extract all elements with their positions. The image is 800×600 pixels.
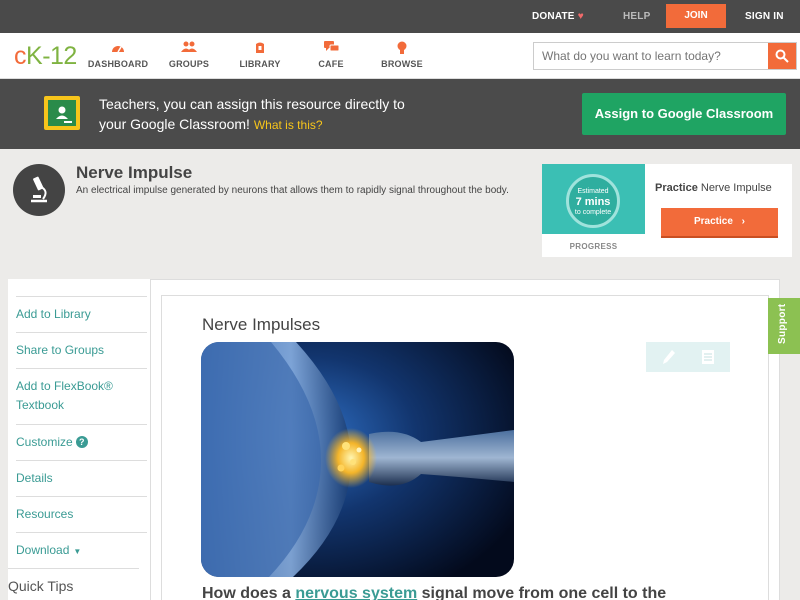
customize-label: Customize [16,435,73,449]
logo-dash: - [42,42,51,70]
estimated-time-badge: Estimated 7 mins to complete [566,174,620,228]
nav-cafe-label: CAFE [318,59,344,69]
dashboard-icon [83,41,153,57]
search-input[interactable] [534,43,769,69]
main-nav-bar: cK-12 DASHBOARD GROUPS LIBRARY CAFE BROW… [0,33,800,79]
join-button[interactable]: JOIN [666,4,726,28]
notes-icon[interactable] [701,349,715,365]
nav-browse[interactable]: BROWSE [367,41,437,69]
annotation-tools [646,342,730,372]
customize-link[interactable]: Customize? [16,424,147,452]
progress-panel: Estimated 7 mins to complete [542,164,645,234]
download-label: Download [16,543,70,557]
lesson-question: How does a nervous system signal move fr… [202,585,666,600]
practice-heading-topic: Nerve Impulse [700,182,772,194]
nav-dashboard-label: DASHBOARD [87,59,149,69]
search-icon [775,49,789,63]
logo-c: c [14,42,27,70]
banner-text: Teachers, you can assign this resource d… [99,94,459,135]
lightbulb-icon [367,41,437,57]
practice-heading: Practice Nerve Impulse [655,182,772,194]
concept-description: An electrical impulse generated by neuro… [76,185,509,196]
ck12-logo[interactable]: cK-12 [14,42,77,71]
details-link[interactable]: Details [16,460,147,488]
nervous-system-link[interactable]: nervous system [295,585,417,600]
resources-link[interactable]: Resources [16,496,147,524]
add-to-library-link[interactable]: Add to Library [16,296,147,324]
pencil-icon[interactable] [662,349,676,365]
chevron-right-icon: › [741,216,746,227]
nav-library[interactable]: LIBRARY [225,41,295,69]
quick-tips-heading[interactable]: Quick Tips [8,568,139,594]
share-to-groups-link[interactable]: Share to Groups [16,332,147,360]
nav-groups[interactable]: GROUPS [154,41,224,69]
add-to-library-label: Add to Library [16,307,91,321]
groups-icon [154,41,224,57]
banner-line-2: your Google Classroom! [99,116,250,132]
practice-button-label: Practice [693,216,733,227]
banner-line-1: Teachers, you can assign this resource d… [99,96,405,112]
share-to-groups-label: Share to Groups [16,343,105,357]
add-to-flexbook-label: Add to FlexBook® Textbook [16,379,113,412]
sign-in-link[interactable]: SIGN IN [745,11,784,22]
nav-browse-label: BROWSE [381,59,423,69]
support-tab[interactable]: Support [768,298,800,354]
top-utility-bar: DONATE ♥ HELP JOIN SIGN IN [0,0,800,33]
to-complete-label: to complete [574,209,612,216]
practice-card: Estimated 7 mins to complete PROGRESS Pr… [542,164,792,257]
practice-heading-bold: Practice [655,182,698,194]
donate-link[interactable]: DONATE ♥ [532,11,584,22]
estimated-minutes: 7 mins [575,196,611,208]
question-text-end: signal move from one cell to the [417,585,667,600]
logo-number: 12 [50,42,77,70]
nerve-impulse-image [201,342,514,577]
add-to-flexbook-link[interactable]: Add to FlexBook® Textbook [16,368,147,415]
nav-library-label: LIBRARY [239,59,281,69]
assign-to-google-classroom-button[interactable]: Assign to Google Classroom [582,93,786,135]
search-button[interactable] [768,43,796,69]
nav-cafe[interactable]: CAFE [296,41,366,69]
question-text-start: How does a [202,585,296,600]
donate-label: DONATE [532,11,575,22]
help-icon[interactable]: ? [75,436,88,448]
side-menu: Add to Library Share to Groups Add to Fl… [8,279,151,600]
library-icon [225,41,295,57]
help-link[interactable]: HELP [623,11,650,22]
nav-dashboard[interactable]: DASHBOARD [83,41,153,69]
concept-title: Nerve Impulse [76,163,193,182]
microscope-icon [13,164,65,216]
download-link[interactable]: Download ▼ [16,532,147,561]
estimated-label: Estimated [577,188,609,195]
nav-groups-label: GROUPS [168,59,210,69]
resources-label: Resources [16,507,74,521]
content-title: Nerve Impulses [202,315,321,334]
logo-k: K [26,42,43,70]
what-is-this-link[interactable]: What is this? [254,118,323,132]
details-label: Details [16,471,53,485]
progress-label: PROGRESS [569,242,618,251]
cafe-chat-icon [296,41,366,57]
google-classroom-banner: Teachers, you can assign this resource d… [0,79,800,149]
support-label: Support [777,303,788,344]
google-classroom-icon [44,96,80,130]
caret-down-icon: ▼ [73,547,82,556]
heart-icon: ♥ [577,11,584,22]
practice-button[interactable]: Practice › [661,208,778,238]
search-box [533,42,797,70]
